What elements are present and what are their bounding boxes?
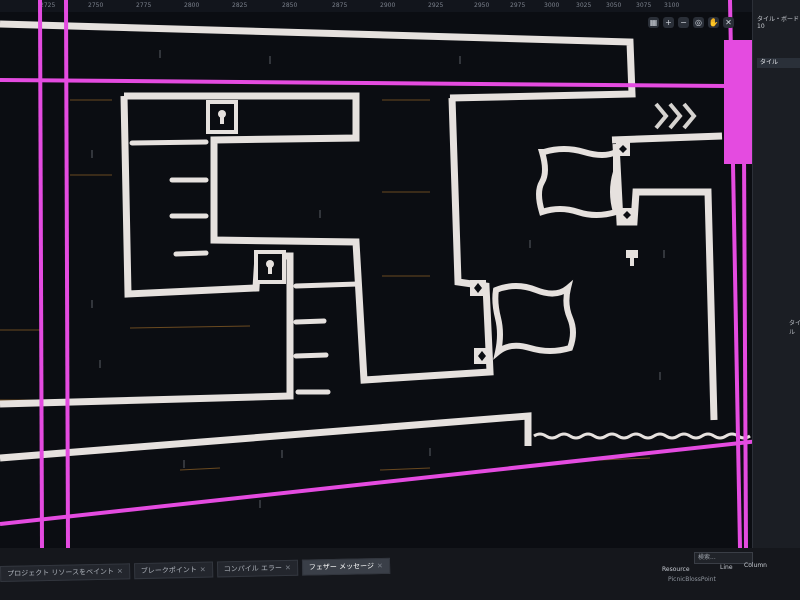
- tab-feather-messages[interactable]: フェザー メッセージ ✕: [301, 557, 390, 576]
- spike-tile-icon[interactable]: [470, 280, 486, 296]
- grid-ticks: [91, 50, 665, 508]
- tile-panel-title: タイル・ボード10: [757, 16, 800, 30]
- lock-block-icon[interactable]: [206, 100, 238, 134]
- spike-tile-icon[interactable]: [616, 142, 630, 156]
- resource-panel: 検索... Resource Line Column PicnicBlossPo…: [654, 552, 800, 592]
- zoom-in-icon[interactable]: +: [663, 16, 674, 28]
- tab-label: フェザー メッセージ: [308, 562, 374, 572]
- grid-icon[interactable]: ▦: [648, 16, 659, 28]
- tab-label: コンパイル エラー: [223, 564, 283, 574]
- lock-block-icon[interactable]: [254, 250, 286, 284]
- close-icon[interactable]: ✕: [200, 566, 206, 574]
- zoom-out-icon[interactable]: −: [678, 16, 689, 28]
- platforms: [129, 139, 361, 395]
- level-editor-window: 2725 2750 2775 2800 2825 2850 2875 2900 …: [0, 0, 800, 600]
- tab-label: ブレークポイント: [140, 565, 197, 576]
- wavy-block-lower: [492, 279, 576, 360]
- close-icon[interactable]: ✕: [723, 16, 734, 28]
- tab-label: プロジェクト リソースをペイント: [7, 567, 115, 578]
- room-canvas[interactable]: [0, 0, 752, 548]
- close-icon[interactable]: ✕: [285, 564, 291, 572]
- spike-tile-icon[interactable]: [474, 348, 490, 364]
- room-boundary-lines: [0, 0, 752, 548]
- wavy-block-upper: [536, 146, 620, 218]
- camera-view-marker[interactable]: [724, 40, 752, 164]
- key-icon[interactable]: [626, 250, 638, 266]
- close-icon[interactable]: ✕: [377, 562, 383, 570]
- tab-tiles[interactable]: タイル: [757, 58, 800, 68]
- hand-icon[interactable]: ✋: [708, 16, 719, 28]
- resource-item[interactable]: PicnicBlossPoint: [668, 576, 716, 583]
- line-column-header: Line: [720, 564, 733, 571]
- tile-side-label: タイル: [789, 320, 800, 336]
- tab-paint-resources[interactable]: プロジェクト リソースをペイント ✕: [0, 563, 131, 582]
- tile-panel: タイル・ボード10 タイル タイル: [752, 0, 800, 600]
- close-icon[interactable]: ✕: [117, 567, 123, 575]
- arrow-chevron-icon: [654, 102, 697, 130]
- tab-breakpoints[interactable]: ブレークポイント ✕: [133, 561, 213, 580]
- tab-compile-errors[interactable]: コンパイル エラー ✕: [216, 559, 299, 578]
- level-walls: [0, 20, 723, 462]
- water-surface: [533, 432, 751, 440]
- resource-column-header: Resource: [662, 566, 690, 573]
- zoom-fit-icon[interactable]: ◎: [693, 16, 704, 28]
- spike-tile-icon[interactable]: [620, 208, 634, 222]
- column-column-header: Column: [744, 562, 767, 569]
- canvas-toolbar: ▦ + − ◎ ✋ ✕: [648, 14, 734, 30]
